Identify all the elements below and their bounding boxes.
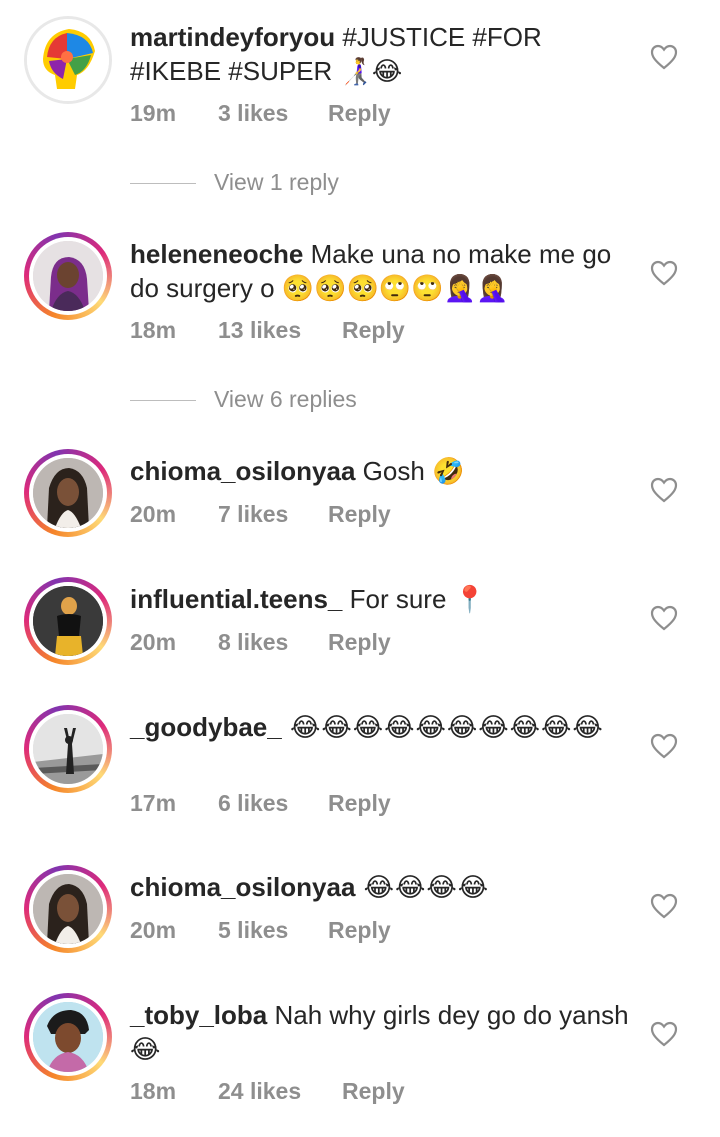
comment-username[interactable]: _toby_loba xyxy=(130,1000,267,1030)
comment-meta: 20m 7 likes Reply xyxy=(130,499,391,529)
comment-body: 😂😂😂😂😂😂😂😂😂😂 xyxy=(281,712,604,742)
likes-count[interactable]: 7 likes xyxy=(218,499,328,529)
comment-username[interactable]: chioma_osilonyaa xyxy=(130,456,355,486)
reply-button[interactable]: Reply xyxy=(342,1076,405,1106)
comment-meta: 19m 3 likes Reply xyxy=(130,98,391,128)
divider xyxy=(130,183,196,185)
comment-time: 19m xyxy=(130,100,177,126)
comment-time: 20m xyxy=(130,917,177,943)
avatar[interactable] xyxy=(24,16,112,104)
likes-count[interactable]: 3 likes xyxy=(218,98,328,128)
comment-text: martindeyforyou #JUSTICE #FOR #IKEBE #SU… xyxy=(130,20,630,88)
likes-count[interactable]: 6 likes xyxy=(218,788,328,818)
avatar[interactable] xyxy=(24,449,112,537)
comment-time: 20m xyxy=(130,629,177,655)
likes-count[interactable]: 8 likes xyxy=(218,627,328,657)
comment-time: 17m xyxy=(130,790,177,816)
comment-body: For sure 📍 xyxy=(342,584,487,614)
view-replies-button[interactable]: View 1 reply xyxy=(130,167,339,197)
reply-button[interactable]: Reply xyxy=(328,788,391,818)
comment-username[interactable]: _goodybae_ xyxy=(130,712,282,742)
likes-count[interactable]: 13 likes xyxy=(218,315,342,345)
likes-count[interactable]: 24 likes xyxy=(218,1076,342,1106)
comment-time: 20m xyxy=(130,501,177,527)
avatar[interactable] xyxy=(24,865,112,953)
likes-count[interactable]: 5 likes xyxy=(218,915,328,945)
comment-username[interactable]: chioma_osilonyaa xyxy=(130,872,355,902)
comment-text: influential.teens_ For sure 📍 xyxy=(130,582,630,616)
heart-outline-icon[interactable] xyxy=(650,477,678,503)
heart-outline-icon[interactable] xyxy=(650,893,678,919)
heart-outline-icon[interactable] xyxy=(650,260,678,286)
reply-button[interactable]: Reply xyxy=(328,915,391,945)
avatar[interactable] xyxy=(24,993,112,1081)
view-replies-button[interactable]: View 6 replies xyxy=(130,384,357,414)
reply-button[interactable]: Reply xyxy=(328,499,391,529)
comment-text: heleneneoche Make una no make me go do s… xyxy=(130,237,630,305)
view-replies-label: View 6 replies xyxy=(214,386,357,412)
divider xyxy=(130,400,196,402)
comment-meta: 20m 5 likes Reply xyxy=(130,915,391,945)
reply-button[interactable]: Reply xyxy=(328,98,391,128)
comment-text: chioma_osilonyaa Gosh 🤣 xyxy=(130,454,630,488)
heart-outline-icon[interactable] xyxy=(650,1021,678,1047)
comment-body: 😂😂😂😂 xyxy=(355,872,490,902)
comment-text: chioma_osilonyaa 😂😂😂😂 xyxy=(130,870,630,904)
comment-text: _goodybae_ 😂😂😂😂😂😂😂😂😂😂 xyxy=(130,710,630,744)
comment-username[interactable]: heleneneoche xyxy=(130,239,303,269)
reply-button[interactable]: Reply xyxy=(342,315,405,345)
avatar[interactable] xyxy=(24,577,112,665)
comment-meta: 18m 13 likes Reply xyxy=(130,315,405,345)
heart-outline-icon[interactable] xyxy=(650,44,678,70)
comment-meta: 17m 6 likes Reply xyxy=(130,788,391,818)
reply-button[interactable]: Reply xyxy=(328,627,391,657)
heart-outline-icon[interactable] xyxy=(650,733,678,759)
avatar[interactable] xyxy=(24,232,112,320)
comment-time: 18m xyxy=(130,317,177,343)
view-replies-label: View 1 reply xyxy=(214,169,339,195)
comment-meta: 18m 24 likes Reply xyxy=(130,1076,405,1106)
comment-username[interactable]: martindeyforyou xyxy=(130,22,335,52)
comment-meta: 20m 8 likes Reply xyxy=(130,627,391,657)
heart-outline-icon[interactable] xyxy=(650,605,678,631)
comment-body: Gosh 🤣 xyxy=(355,456,465,486)
comment-time: 18m xyxy=(130,1078,177,1104)
comment-username[interactable]: influential.teens_ xyxy=(130,584,342,614)
comment-text: _toby_loba Nah why girls dey go do yansh… xyxy=(130,998,630,1066)
avatar[interactable] xyxy=(24,705,112,793)
